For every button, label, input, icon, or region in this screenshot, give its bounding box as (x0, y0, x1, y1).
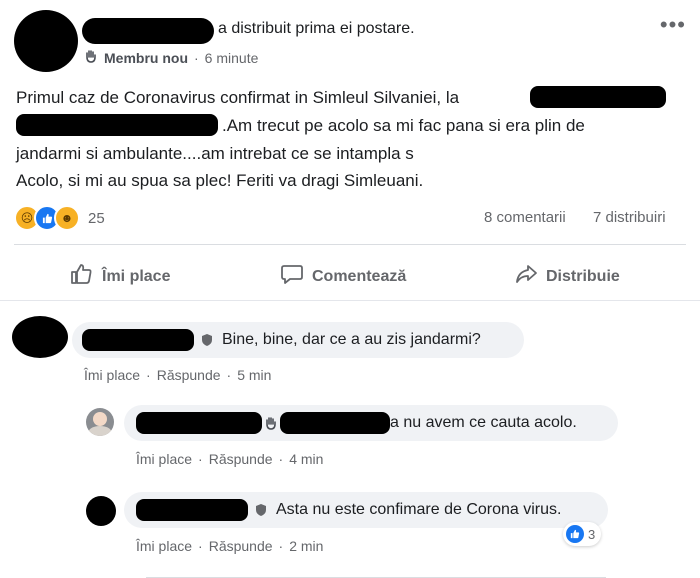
shield-badge-icon (200, 333, 214, 347)
author-name-redacted[interactable] (82, 18, 214, 44)
divider-bottom (0, 300, 700, 301)
comment-2-actions: Îmi place · Răspunde · 4 min (136, 451, 324, 467)
redacted-location-1 (530, 86, 666, 108)
comment-2-author-redacted[interactable] (136, 412, 262, 434)
reaction-count: 25 (88, 209, 105, 227)
more-options-icon[interactable]: ••• (660, 12, 686, 38)
comment-1-time[interactable]: 5 min (237, 367, 271, 383)
meta-separator: · (194, 49, 199, 66)
comment-1-like[interactable]: Îmi place (84, 367, 140, 383)
shield-badge-icon (254, 503, 268, 517)
comment-2-avatar[interactable] (86, 408, 114, 436)
comment-button[interactable]: Comentează (280, 262, 406, 291)
author-avatar[interactable] (14, 10, 78, 72)
comment-1-actions: Îmi place · Răspunde · 5 min (84, 367, 272, 383)
shares-count[interactable]: 7 distribuiri (593, 209, 666, 226)
comment-1-author-redacted[interactable] (82, 329, 194, 351)
comment-1-text: Bine, bine, dar ce a au zis jandarmi? (222, 331, 481, 348)
comment-3-like-count: 3 (588, 526, 596, 542)
post-header-text: a distribuit prima ei postare. (218, 20, 415, 37)
post-text-line-2: .Am trecut pe acolo sa mi fac pana si er… (222, 116, 585, 135)
post-meta: Membru nou · 6 minute (84, 49, 258, 66)
comment-3-author-redacted[interactable] (136, 499, 248, 521)
comment-1-reply[interactable]: Răspunde (157, 367, 221, 383)
member-badge: Membru nou (104, 49, 188, 66)
post-text-line-3: jandarmi si ambulante....am intrebat ce … (16, 144, 414, 163)
post-text-line-1: Primul caz de Coronavirus confirmat in S… (16, 88, 460, 107)
share-button[interactable]: Distribuie (514, 262, 620, 291)
comment-2-reply[interactable]: Răspunde (209, 451, 273, 467)
reactions-summary[interactable]: ☹ ☻ 25 (14, 205, 105, 231)
thumbs-up-icon (70, 262, 94, 291)
hand-wave-icon (264, 416, 278, 430)
hand-wave-icon (84, 49, 98, 66)
like-button[interactable]: Îmi place (70, 262, 170, 291)
comment-3-reaction-badge[interactable]: 3 (563, 522, 602, 546)
redacted-location-2 (16, 114, 218, 136)
comment-2-text-redacted (280, 412, 390, 434)
comment-button-label: Comentează (312, 267, 407, 285)
comment-3-bubble: Asta nu este confimare de Corona virus. (124, 492, 608, 528)
speech-bubble-icon (280, 262, 304, 291)
share-button-label: Distribuie (546, 267, 620, 285)
comments-count[interactable]: 8 comentarii (484, 209, 566, 226)
like-button-label: Îmi place (102, 267, 171, 285)
post-text-line-4: Acolo, si mi au spua sa plec! Feriti va … (16, 171, 424, 190)
comment-2-text: a nu avem ce cauta acolo. (390, 414, 577, 431)
comment-3-like[interactable]: Îmi place (136, 538, 192, 554)
comment-2-time[interactable]: 4 min (289, 451, 323, 467)
comment-1-bubble: Bine, bine, dar ce a au zis jandarmi? (72, 322, 524, 358)
haha-reaction-icon: ☻ (54, 205, 80, 231)
divider-top (14, 244, 686, 245)
comment-2-bubble: a nu avem ce cauta acolo. (124, 405, 618, 441)
comment-3-text: Asta nu este confimare de Corona virus. (276, 501, 562, 518)
like-reaction-icon (566, 525, 584, 543)
comment-2-like[interactable]: Îmi place (136, 451, 192, 467)
share-arrow-icon (514, 262, 538, 291)
comment-3-time[interactable]: 2 min (289, 538, 323, 554)
comment-3-avatar[interactable] (86, 496, 116, 526)
comment-1-avatar[interactable] (12, 316, 68, 358)
comment-3-actions: Îmi place · Răspunde · 2 min (136, 538, 324, 554)
comment-3-reply[interactable]: Răspunde (209, 538, 273, 554)
post-time[interactable]: 6 minute (205, 50, 259, 66)
